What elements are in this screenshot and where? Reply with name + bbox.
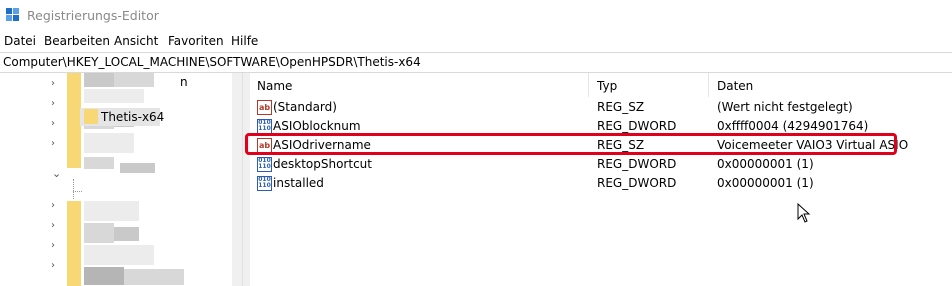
redacted-tree-item	[114, 73, 154, 87]
redacted-tree-item	[124, 269, 184, 285]
tree-connector	[73, 179, 75, 199]
list-header: Name Typ Daten	[250, 73, 952, 97]
address-bar[interactable]: Computer\HKEY_LOCAL_MACHINE\SOFTWARE\Ope…	[0, 52, 952, 73]
dword-value-icon: 010 110	[257, 157, 272, 172]
value-type: REG_DWORD	[597, 119, 677, 133]
dword-value-icon: 010 110	[257, 176, 272, 191]
chevron-right-icon[interactable]: ›	[51, 241, 61, 251]
window-title: Registrierungs-Editor	[27, 8, 159, 23]
menu-favoriten[interactable]: Favoriten	[168, 34, 224, 48]
tree-scrollbar[interactable]	[232, 73, 242, 286]
regedit-icon	[6, 8, 19, 21]
column-separator[interactable]	[588, 73, 589, 97]
chevron-right-icon[interactable]: ›	[51, 201, 61, 211]
chevron-right-icon[interactable]: ›	[51, 261, 61, 271]
address-path[interactable]: Computer\HKEY_LOCAL_MACHINE\SOFTWARE\Ope…	[3, 55, 421, 69]
table-row[interactable]: 010 110 installed REG_DWORD 0x00000001 (1…	[250, 174, 952, 193]
menu-bearbeiten[interactable]: Bearbeiten	[44, 34, 110, 48]
value-name: installed	[273, 176, 324, 190]
value-data: 0x00000001 (1)	[717, 176, 814, 190]
tree-item-thetis-label[interactable]: Thetis-x64	[101, 110, 164, 124]
tree-item-label-partial: n	[180, 75, 188, 89]
redacted-tree-item	[84, 157, 114, 169]
value-data: (Wert nicht festgelegt)	[717, 100, 853, 114]
highlight-box	[245, 133, 897, 155]
value-name: (Standard)	[273, 100, 337, 114]
redacted-tree-item	[84, 245, 154, 265]
redacted-tree-item	[114, 227, 139, 241]
chevron-right-icon[interactable]: ›	[51, 79, 61, 89]
open-folder-icon	[84, 109, 98, 124]
value-name: desktopShortcut	[273, 157, 372, 171]
value-data: 0xffff0004 (4294901764)	[717, 119, 869, 133]
value-name: ASIOblocknum	[273, 119, 361, 133]
column-header-name[interactable]: Name	[257, 79, 292, 93]
value-list[interactable]: Name Typ Daten ab (Standard) REG_SZ (Wer…	[250, 73, 952, 286]
mouse-cursor-icon	[797, 203, 811, 223]
column-separator[interactable]	[708, 73, 709, 97]
column-header-type[interactable]: Typ	[597, 79, 617, 93]
redacted-tree-item	[84, 73, 114, 87]
string-value-icon: ab	[257, 100, 272, 115]
chevron-right-icon[interactable]: ›	[51, 139, 61, 149]
tree-connector	[73, 191, 82, 193]
redacted-tree-item	[84, 223, 114, 243]
key-tree-pane[interactable]: › › › › ⌄ › › › › n	[0, 73, 242, 286]
value-data: 0x00000001 (1)	[717, 157, 814, 171]
chevron-right-icon[interactable]: ›	[51, 99, 61, 109]
table-row[interactable]: 010 110 desktopShortcut REG_DWORD 0x00000…	[250, 155, 952, 174]
value-type: REG_SZ	[597, 100, 645, 114]
table-row[interactable]: ab (Standard) REG_SZ (Wert nicht festgel…	[250, 98, 952, 117]
value-type: REG_DWORD	[597, 157, 677, 171]
redacted-tree-item	[120, 163, 155, 173]
chevron-right-icon[interactable]: ›	[51, 119, 61, 129]
redacted-tree-item	[84, 267, 124, 285]
redacted-tree-item	[84, 89, 144, 103]
folder-icon	[67, 73, 81, 168]
dword-value-icon: 010 110	[257, 119, 272, 134]
value-type: REG_DWORD	[597, 176, 677, 190]
chevron-down-icon[interactable]: ⌄	[52, 168, 62, 179]
title-bar: Registrierungs-Editor	[0, 0, 952, 32]
column-header-data[interactable]: Daten	[717, 79, 753, 93]
menu-ansicht[interactable]: Ansicht	[114, 34, 158, 48]
chevron-right-icon[interactable]: ›	[51, 221, 61, 231]
redacted-tree-item	[84, 201, 139, 221]
folder-icon	[67, 201, 81, 286]
menu-hilfe[interactable]: Hilfe	[231, 34, 258, 48]
redacted-tree-item	[84, 133, 134, 153]
menu-datei[interactable]: Datei	[4, 34, 36, 48]
menu-bar: Datei Bearbeiten Ansicht Favoriten Hilfe	[0, 32, 952, 52]
